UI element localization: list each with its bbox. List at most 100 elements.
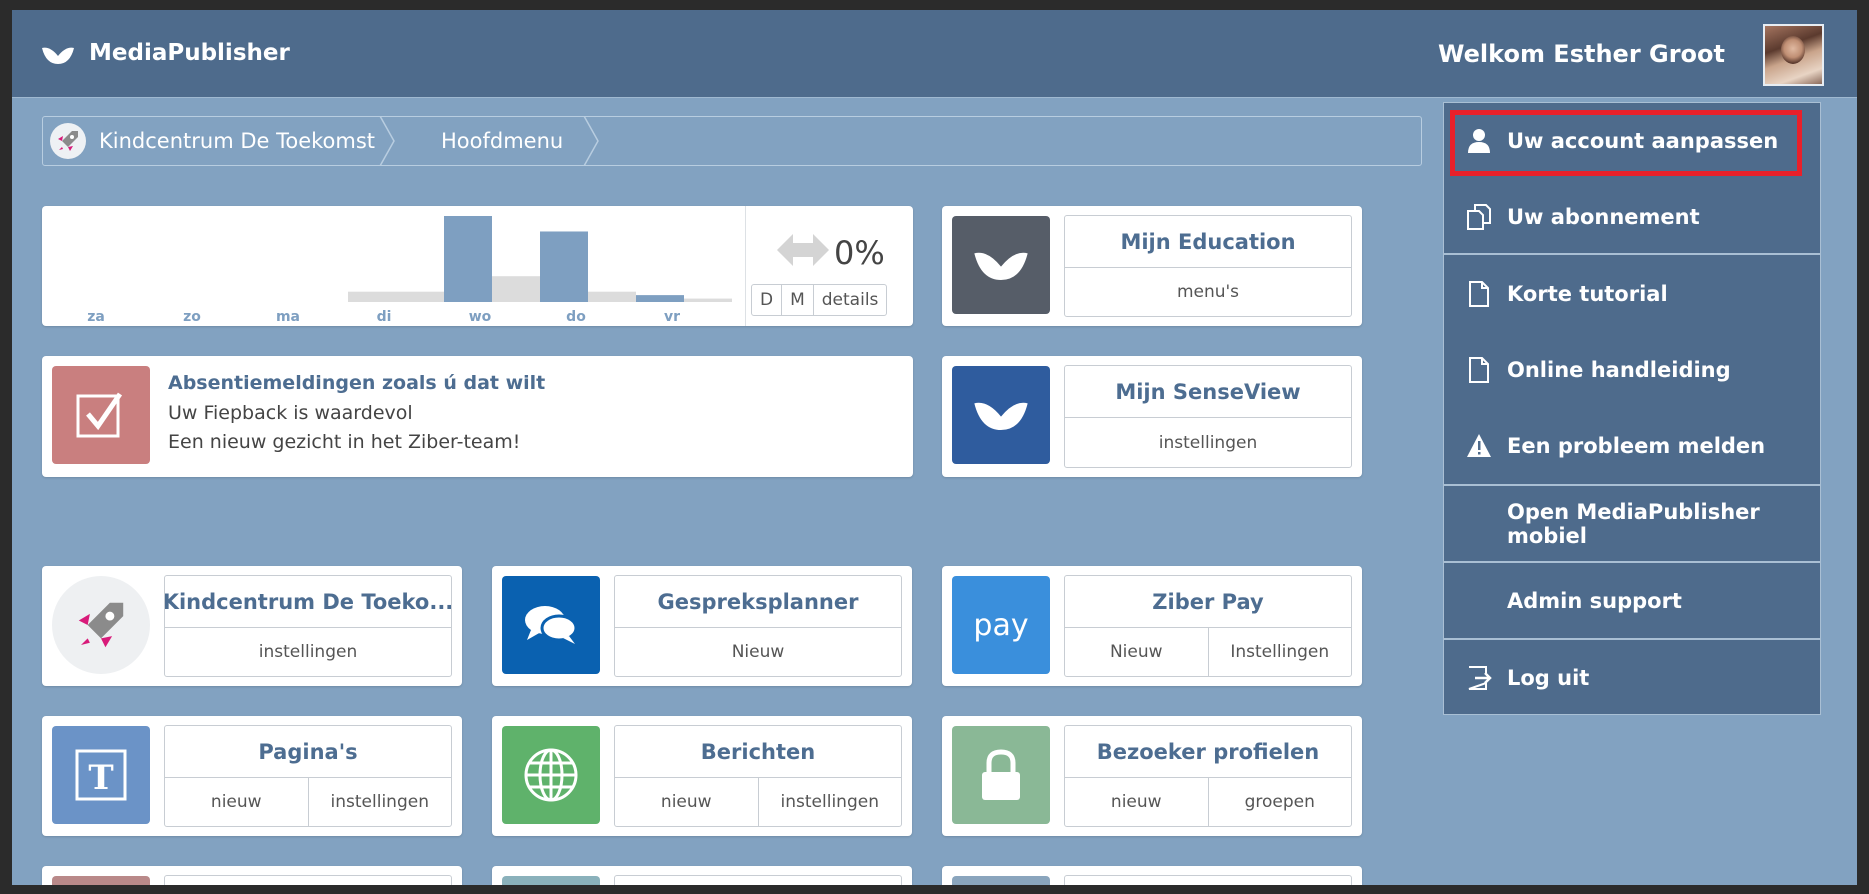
menu-item-mobiel[interactable]: Open MediaPublisher mobiel	[1444, 486, 1820, 562]
card-kindcentrum: Kindcentrum De Toeko... instellingen	[42, 566, 462, 686]
card-partial	[492, 866, 912, 885]
berichten-title[interactable]: Berichten	[615, 726, 901, 778]
menu-label: Online handleiding	[1507, 358, 1731, 382]
menu-item-tutorial[interactable]: Korte tutorial	[1444, 256, 1820, 332]
berichten-panel: Berichten nieuw instellingen	[614, 725, 902, 827]
gespreksplanner-new-link[interactable]: Nieuw	[615, 628, 901, 676]
card-mijn-education: Mijn Education menu's	[942, 206, 1362, 326]
senseview-logo-icon[interactable]	[952, 366, 1050, 464]
breadcrumb-separator	[379, 116, 395, 166]
month-button[interactable]: M	[781, 285, 813, 315]
avatar[interactable]	[1763, 24, 1824, 86]
kindcentrum-title[interactable]: Kindcentrum De Toeko...	[165, 576, 451, 628]
partial-tile	[952, 876, 1050, 885]
menu-item-log-uit[interactable]: Log uit	[1444, 640, 1820, 716]
news-line-fiepback[interactable]: Uw Fiepback is waardevol	[168, 402, 413, 424]
partial-panel	[614, 875, 902, 885]
education-panel: Mijn Education menu's	[1064, 215, 1352, 317]
paginas-panel: Pagina's nieuw instellingen	[164, 725, 452, 827]
paginas-settings-link[interactable]: instellingen	[307, 778, 452, 826]
document-icon	[1469, 281, 1489, 307]
tick-label-zo: zo	[183, 309, 201, 325]
app-window: MediaPublisher Welkom Esther Groot Kindc…	[12, 10, 1857, 885]
rocket-icon[interactable]	[52, 576, 150, 674]
education-logo-icon[interactable]	[952, 216, 1050, 314]
partial-panel	[1064, 875, 1352, 885]
arrows-horizontal-icon	[777, 234, 829, 266]
card-mijn-senseview: Mijn SenseView instellingen	[942, 356, 1362, 477]
news-link-absentie[interactable]: Absentiemeldingen zoals ú dat wilt	[168, 372, 545, 394]
user-dropdown-menu: Uw account aanpassen Uw abonnement Korte…	[1443, 102, 1821, 715]
globe-icon[interactable]	[502, 726, 600, 824]
welcome-text[interactable]: Welkom Esther Groot	[1438, 40, 1725, 68]
breadcrumb-item-hoofdmenu[interactable]: Hoofdmenu	[441, 129, 563, 153]
news-line-ziber-team[interactable]: Een nieuw gezicht in het Ziber-team!	[168, 431, 520, 453]
svg-text:T: T	[88, 758, 113, 798]
bar-main-wo	[444, 216, 492, 302]
kindcentrum-settings-link[interactable]: instellingen	[165, 628, 451, 676]
highlight-box	[1450, 110, 1802, 176]
logo-icon	[42, 47, 74, 64]
card-partial	[942, 866, 1362, 885]
card-paginas: T Pagina's nieuw instellingen	[42, 716, 462, 836]
gespreksplanner-panel: Gespreksplanner Nieuw	[614, 575, 902, 677]
news-card: Absentiemeldingen zoals ú dat wilt Uw Fi…	[42, 356, 913, 477]
menu-item-probleem[interactable]: Een probleem melden	[1444, 408, 1820, 484]
menu-item-abonnement[interactable]: Uw abonnement	[1444, 179, 1820, 255]
ziberpay-settings-link[interactable]: Instellingen	[1207, 628, 1352, 676]
breadcrumb: Kindcentrum De Toekomst Hoofdmenu	[42, 116, 1422, 166]
tick-label-vr: vr	[664, 309, 680, 325]
tick-label-do: do	[566, 309, 586, 325]
checkbox-icon[interactable]	[52, 366, 150, 464]
card-berichten: Berichten nieuw instellingen	[492, 716, 912, 836]
day-button[interactable]: D	[752, 285, 781, 315]
tick-label-wo: wo	[469, 309, 492, 325]
berichten-settings-link[interactable]: instellingen	[757, 778, 902, 826]
tick-label-di: di	[377, 309, 392, 325]
bezoeker-groups-link[interactable]: groepen	[1207, 778, 1352, 826]
breadcrumb-separator	[583, 116, 599, 166]
senseview-settings-link[interactable]: instellingen	[1065, 418, 1351, 467]
senseview-title[interactable]: Mijn SenseView	[1065, 366, 1351, 418]
education-menus-link[interactable]: menu's	[1065, 268, 1351, 316]
tick-label-za: za	[87, 309, 105, 325]
paginas-new-link[interactable]: nieuw	[165, 778, 308, 826]
chat-bubbles-icon[interactable]	[502, 576, 600, 674]
bar-light-di	[348, 291, 444, 302]
paginas-title[interactable]: Pagina's	[165, 726, 451, 778]
bar-main-vr	[636, 295, 684, 302]
ziberpay-new-link[interactable]: Nieuw	[1065, 628, 1208, 676]
ziberpay-panel: Ziber Pay Nieuw Instellingen	[1064, 575, 1352, 677]
card-gespreksplanner: Gespreksplanner Nieuw	[492, 566, 912, 686]
card-bezoeker-profielen: Bezoeker profielen nieuw groepen	[942, 716, 1362, 836]
weekly-chart: za zo ma di wo do vr	[87, 216, 732, 325]
partial-tile	[52, 876, 150, 885]
menu-item-admin-support[interactable]: Admin support	[1444, 563, 1820, 639]
app-logo-text[interactable]: MediaPublisher	[89, 40, 290, 66]
breadcrumb-item-kindcentrum[interactable]: Kindcentrum De Toekomst	[99, 129, 375, 153]
menu-label: Een probleem melden	[1507, 434, 1766, 458]
menu-item-handleiding[interactable]: Online handleiding	[1444, 332, 1820, 408]
ziberpay-title[interactable]: Ziber Pay	[1065, 576, 1351, 628]
card-partial	[42, 866, 462, 885]
education-title[interactable]: Mijn Education	[1065, 216, 1351, 268]
chart-divider	[745, 206, 746, 326]
menu-label: Log uit	[1507, 666, 1590, 690]
pay-icon[interactable]: pay	[952, 576, 1050, 674]
menu-label: Admin support	[1507, 589, 1682, 613]
percent-value: 0%	[834, 234, 885, 272]
menu-label: Korte tutorial	[1507, 282, 1668, 306]
gespreksplanner-title[interactable]: Gespreksplanner	[615, 576, 901, 628]
bezoeker-title[interactable]: Bezoeker profielen	[1065, 726, 1351, 778]
warning-icon	[1467, 434, 1491, 457]
bezoeker-new-link[interactable]: nieuw	[1065, 778, 1208, 826]
tick-label-ma: ma	[276, 309, 300, 325]
text-page-icon[interactable]: T	[52, 726, 150, 824]
berichten-new-link[interactable]: nieuw	[615, 778, 758, 826]
details-button[interactable]: details	[812, 285, 887, 315]
logout-icon	[1468, 666, 1492, 690]
lock-icon[interactable]	[952, 726, 1050, 824]
top-header: MediaPublisher Welkom Esther Groot	[12, 10, 1857, 98]
menu-divider	[1444, 253, 1820, 255]
document-icon	[1469, 357, 1489, 383]
